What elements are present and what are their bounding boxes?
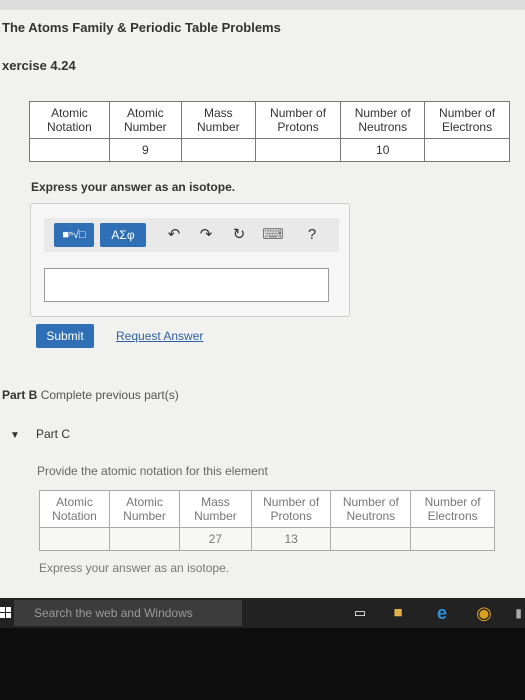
top-band xyxy=(0,0,525,10)
submit-button[interactable]: Submit xyxy=(36,324,94,348)
isotope-table-part-c: Atomic Notation Atomic Number Mass Numbe… xyxy=(38,490,495,551)
monitor-bezel xyxy=(0,628,525,700)
header-mass-number: Mass Number xyxy=(178,490,252,528)
redo-icon[interactable]: ↷ xyxy=(196,223,216,247)
overflow-icon[interactable]: ▮ xyxy=(512,603,525,623)
chrome-icon[interactable]: ◉ xyxy=(474,603,494,623)
task-view-icon[interactable]: ▭ xyxy=(350,603,370,623)
part-c-toggle[interactable]: ▼ Part C xyxy=(10,427,70,441)
part-b-row: Part B Complete previous part(s) xyxy=(2,388,179,402)
cell-protons: 13 xyxy=(250,527,332,551)
taskbar-search-input[interactable]: Search the web and Windows xyxy=(14,600,242,626)
header-atomic-notation: Atomic Notation xyxy=(29,101,110,139)
request-answer-link[interactable]: Request Answer xyxy=(116,329,203,343)
edge-browser-icon[interactable]: e xyxy=(432,603,452,623)
windows-start-icon[interactable] xyxy=(0,607,11,618)
cell-mass-number xyxy=(180,138,256,162)
header-neutrons: Number of Neutrons xyxy=(330,490,412,528)
windows-taskbar: Search the web and Windows ▭ ■ e ◉ ▮ xyxy=(0,598,525,628)
cell-atomic-number: 9 xyxy=(108,138,182,162)
header-electrons: Number of Electrons xyxy=(410,490,495,528)
part-b-label: Part B xyxy=(2,388,38,402)
cell-electrons xyxy=(424,138,510,162)
template-icon[interactable]: ■ⁿ√□ xyxy=(54,223,94,247)
isotope-table-part-a: Atomic Notation Atomic Number Mass Numbe… xyxy=(29,101,510,162)
cell-neutrons: 10 xyxy=(340,138,426,162)
cell-neutrons xyxy=(330,527,412,551)
help-icon[interactable]: ? xyxy=(302,223,322,247)
header-electrons: Number of Electrons xyxy=(424,101,510,139)
header-protons: Number of Protons xyxy=(250,490,332,528)
part-c-answer-instruction: Express your answer as an isotope. xyxy=(39,561,230,575)
header-neutrons: Number of Neutrons xyxy=(340,101,426,139)
answer-input[interactable] xyxy=(44,268,329,302)
keyboard-icon[interactable]: ⌨ xyxy=(262,223,284,247)
part-c-label: Part C xyxy=(36,427,71,441)
answer-instruction: Express your answer as an isotope. xyxy=(31,180,236,194)
caret-down-icon: ▼ xyxy=(10,430,20,441)
header-atomic-notation: Atomic Notation xyxy=(38,490,111,528)
header-protons: Number of Protons xyxy=(254,101,342,139)
editor-toolbar: ■ⁿ√□ ΑΣφ ↶ ↷ ↻ ⌨ ? xyxy=(44,218,339,252)
cell-electrons xyxy=(410,527,495,551)
greek-symbols-button[interactable]: ΑΣφ xyxy=(100,223,146,247)
cell-protons xyxy=(254,138,342,162)
part-b-status: Complete previous part(s) xyxy=(40,388,179,402)
cell-atomic-notation xyxy=(38,527,111,551)
browser-viewport: The Atoms Family & Periodic Table Proble… xyxy=(0,0,525,598)
cell-mass-number: 27 xyxy=(178,527,252,551)
exercise-heading: xercise 4.24 xyxy=(2,58,76,73)
answer-editor: ■ⁿ√□ ΑΣφ ↶ ↷ ↻ ⌨ ? xyxy=(30,203,350,317)
part-c-instruction: Provide the atomic notation for this ele… xyxy=(37,464,268,478)
reset-icon[interactable]: ↻ xyxy=(229,223,249,247)
file-explorer-icon[interactable]: ■ xyxy=(388,603,408,623)
header-mass-number: Mass Number xyxy=(180,101,256,139)
page-title: The Atoms Family & Periodic Table Proble… xyxy=(2,20,281,35)
header-atomic-number: Atomic Number xyxy=(108,101,182,139)
header-atomic-number: Atomic Number xyxy=(109,490,180,528)
undo-icon[interactable]: ↶ xyxy=(164,223,184,247)
cell-atomic-notation xyxy=(29,138,110,162)
cell-atomic-number xyxy=(109,527,180,551)
